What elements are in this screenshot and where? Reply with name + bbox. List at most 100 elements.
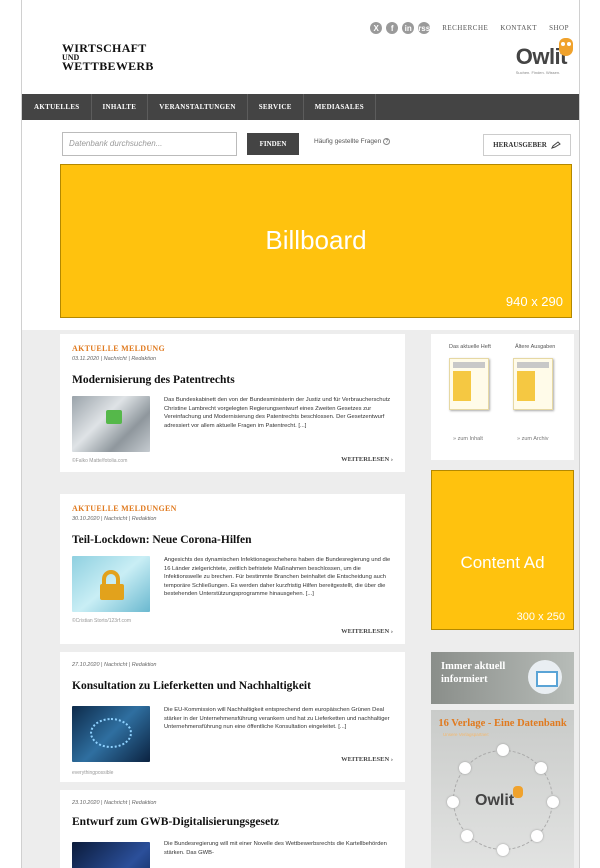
read-more-label: WEITERLESEN bbox=[341, 756, 390, 763]
image-credit: everythingpossible bbox=[72, 770, 114, 776]
top-link-kontakt[interactable]: KONTAKT bbox=[500, 24, 537, 32]
envelope-icon bbox=[528, 660, 562, 694]
owl-icon bbox=[513, 786, 523, 798]
read-more-link[interactable]: WEITERLESEN › bbox=[341, 756, 393, 763]
article-meta: 23.10.2020 | Nachricht | Redaktion bbox=[72, 800, 157, 806]
publisher-button[interactable]: HERAUSGEBER bbox=[483, 134, 571, 156]
current-issue-cover[interactable] bbox=[449, 358, 489, 410]
to-content-link[interactable]: » zum Inhalt bbox=[453, 436, 483, 442]
image-credit: ©Falko Matte/fotolia.com bbox=[72, 458, 128, 464]
to-archive-link[interactable]: » zum Archiv bbox=[517, 436, 548, 442]
faq-label: Häufig gestellte Fragen bbox=[314, 138, 382, 145]
content-ad-size: 300 x 250 bbox=[516, 611, 565, 623]
cover-block bbox=[453, 371, 471, 401]
owl-icon bbox=[559, 38, 573, 56]
newsletter-text: Immer aktuell informiert bbox=[441, 660, 505, 686]
publisher-logo-icon bbox=[531, 830, 543, 842]
publisher-logo-icon bbox=[547, 796, 559, 808]
nav-item-service[interactable]: SERVICE bbox=[248, 94, 304, 120]
page-frame: X f in rss RECHERCHE KONTAKT SHOP WIRTSC… bbox=[21, 0, 580, 868]
publisher-logo-icon bbox=[461, 830, 473, 842]
article-card: AKTUELLE MELDUNGEN 30.10.2020 | Nachrich… bbox=[60, 494, 405, 644]
rss-icon[interactable]: rss bbox=[418, 22, 430, 34]
search-row: Datenbank durchsuchen... FINDEN Häufig g… bbox=[22, 130, 579, 158]
article-title[interactable]: Teil-Lockdown: Neue Corona-Hilfen bbox=[72, 534, 252, 546]
site-header: X f in rss RECHERCHE KONTAKT SHOP WIRTSC… bbox=[22, 0, 579, 92]
owlit-logo[interactable]: Owlit Suchen. Finden. Wissen. bbox=[515, 38, 573, 75]
top-link-recherche[interactable]: RECHERCHE bbox=[442, 24, 488, 32]
article-excerpt: Das Bundeskabinett den von der Bundesmin… bbox=[164, 397, 391, 429]
help-icon: ? bbox=[383, 138, 391, 145]
top-link-shop[interactable]: SHOP bbox=[549, 24, 569, 32]
article-meta: 03.11.2020 | Nachricht | Redaktion bbox=[72, 356, 157, 362]
article-thumbnail[interactable] bbox=[72, 556, 150, 612]
magazine-box: Das aktuelle Heft Ältere Ausgaben » zum … bbox=[431, 334, 574, 460]
owlit-tagline: Suchen. Finden. Wissen. bbox=[515, 70, 561, 75]
cover-header bbox=[517, 362, 549, 368]
nav-item-veranstaltungen[interactable]: VERANSTALTUNGEN bbox=[148, 94, 248, 120]
newsletter-line-2: informiert bbox=[441, 674, 488, 685]
logo-line-3: WETTBEWERB bbox=[62, 59, 154, 73]
billboard-ad[interactable]: Billboard 940 x 290 bbox=[60, 164, 572, 318]
publishers-banner[interactable]: 16 Verlage - Eine Datenbank Unsere Verla… bbox=[431, 710, 574, 868]
article-thumbnail[interactable] bbox=[72, 842, 150, 868]
publisher-logo-icon bbox=[497, 744, 509, 756]
linkedin-icon[interactable]: in bbox=[402, 22, 415, 34]
search-input[interactable]: Datenbank durchsuchen... bbox=[62, 132, 237, 156]
nav-item-mediasales[interactable]: MEDIASALES bbox=[304, 94, 376, 120]
newsletter-line-1: Immer aktuell bbox=[441, 661, 506, 672]
publisher-logo-icon bbox=[497, 844, 509, 856]
article-card: 27.10.2020 | Nachricht | Redaktion Konsu… bbox=[60, 652, 405, 782]
nav-item-inhalte[interactable]: INHALTE bbox=[92, 94, 149, 120]
article-kicker: AKTUELLE MELDUNGEN bbox=[72, 504, 177, 513]
twitter-icon[interactable]: X bbox=[370, 22, 383, 34]
article-excerpt: Die EU-Kommission will Nachhaltigkeit en… bbox=[164, 707, 390, 731]
article-excerpt: Die Bundesregierung will mit einer Novel… bbox=[164, 841, 387, 856]
logo-line-1: WIRTSCHAFT bbox=[62, 41, 147, 55]
article-meta: 27.10.2020 | Nachricht | Redaktion bbox=[72, 662, 157, 668]
keyboard-key-graphic bbox=[106, 410, 122, 424]
article-meta: 30.10.2020 | Nachricht | Redaktion bbox=[72, 516, 157, 522]
read-more-link[interactable]: WEITERLESEN › bbox=[341, 628, 393, 635]
older-issues-cover[interactable] bbox=[513, 358, 553, 410]
pencil-icon bbox=[550, 141, 561, 150]
main-nav: AKTUELLES INHALTE VERANSTALTUNGEN SERVIC… bbox=[22, 94, 579, 120]
owlit-center-logo: Owlit bbox=[475, 792, 515, 809]
cover-block bbox=[517, 371, 535, 401]
lock-body-graphic bbox=[100, 584, 124, 600]
content-ad-label: Content Ad bbox=[460, 553, 545, 572]
article-thumbnail[interactable] bbox=[72, 706, 150, 762]
content-ad[interactable]: Content Ad 300 x 250 bbox=[431, 470, 574, 630]
article-title[interactable]: Modernisierung des Patentrechts bbox=[72, 374, 235, 386]
article-excerpt: Angesichts des dynamischen Infektionsges… bbox=[164, 557, 391, 598]
read-more-label: WEITERLESEN bbox=[341, 456, 390, 463]
newsletter-banner[interactable]: Immer aktuell informiert bbox=[431, 652, 574, 704]
cover-header bbox=[453, 362, 485, 368]
read-more-label: WEITERLESEN bbox=[341, 628, 390, 635]
billboard-size: 940 x 290 bbox=[505, 294, 563, 309]
billboard-label: Billboard bbox=[265, 225, 367, 255]
older-issues-label: Ältere Ausgaben bbox=[515, 344, 556, 350]
article-title[interactable]: Konsultation zu Lieferketten und Nachhal… bbox=[72, 680, 311, 692]
nav-item-aktuelles[interactable]: AKTUELLES bbox=[22, 94, 92, 120]
article-thumbnail[interactable] bbox=[72, 396, 150, 452]
publisher-label: HERAUSGEBER bbox=[493, 141, 547, 149]
search-button[interactable]: FINDEN bbox=[247, 133, 299, 155]
article-kicker: AKTUELLE MELDUNG bbox=[72, 344, 166, 353]
network-graphic bbox=[90, 718, 132, 748]
image-credit: ©Cristian Storto/123rf.com bbox=[72, 618, 131, 624]
publishers-title: 16 Verlage - Eine Datenbank bbox=[438, 718, 567, 729]
top-links: X f in rss RECHERCHE KONTAKT SHOP bbox=[370, 22, 569, 34]
publishers-subtitle: Unsere Verlagspartner: bbox=[443, 732, 490, 737]
publisher-logo-icon bbox=[459, 762, 471, 774]
facebook-icon[interactable]: f bbox=[386, 22, 399, 34]
faq-link[interactable]: Häufig gestellte Fragen? bbox=[314, 138, 391, 145]
publisher-logo-icon bbox=[447, 796, 459, 808]
read-more-link[interactable]: WEITERLESEN › bbox=[341, 456, 393, 463]
site-logo[interactable]: WIRTSCHAFT UND WETTBEWERB bbox=[62, 41, 154, 73]
article-card: AKTUELLE MELDUNG 03.11.2020 | Nachricht … bbox=[60, 334, 405, 472]
current-issue-label: Das aktuelle Heft bbox=[449, 344, 491, 350]
article-card: 23.10.2020 | Nachricht | Redaktion Entwu… bbox=[60, 790, 405, 868]
publisher-logo-icon bbox=[535, 762, 547, 774]
article-title[interactable]: Entwurf zum GWB-Digitalisierungsgesetz bbox=[72, 816, 279, 828]
